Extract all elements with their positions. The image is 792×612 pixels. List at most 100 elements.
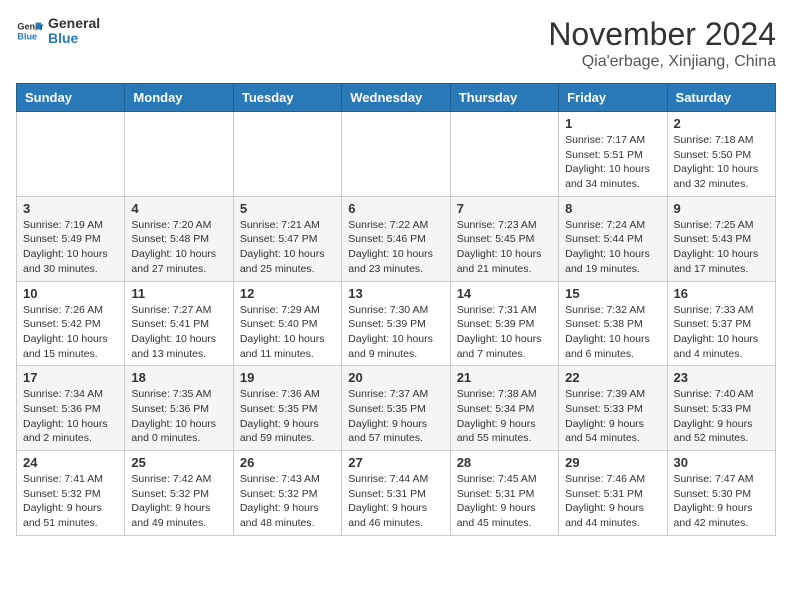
day-cell: 3 Sunrise: 7:19 AM Sunset: 5:49 PM Daylig… xyxy=(17,196,125,281)
header: General Blue General Blue November 2024 … xyxy=(16,16,776,71)
day-cell: 4Sunrise: 7:20 AM Sunset: 5:48 PM Daylig… xyxy=(125,196,233,281)
day-number: 18 xyxy=(131,370,226,385)
day-number: 23 xyxy=(674,370,769,385)
day-info: Sunrise: 7:18 AM Sunset: 5:50 PM Dayligh… xyxy=(674,133,769,192)
day-info: Sunrise: 7:26 AM Sunset: 5:42 PM Dayligh… xyxy=(23,303,118,362)
day-info: Sunrise: 7:33 AM Sunset: 5:37 PM Dayligh… xyxy=(674,303,769,362)
week-row-3: 10 Sunrise: 7:26 AM Sunset: 5:42 PM Dayli… xyxy=(17,281,776,366)
day-number: 25 xyxy=(131,455,226,470)
day-cell: 2 Sunrise: 7:18 AM Sunset: 5:50 PM Daylig… xyxy=(667,112,775,197)
week-row-1: 1Sunrise: 7:17 AM Sunset: 5:51 PM Daylig… xyxy=(17,112,776,197)
day-number: 19 xyxy=(240,370,335,385)
weekday-header-wednesday: Wednesday xyxy=(342,84,450,112)
day-number: 9 xyxy=(674,201,769,216)
day-cell: 8Sunrise: 7:24 AM Sunset: 5:44 PM Daylig… xyxy=(559,196,667,281)
day-number: 29 xyxy=(565,455,660,470)
day-number: 27 xyxy=(348,455,443,470)
day-cell: 22Sunrise: 7:39 AM Sunset: 5:33 PM Dayli… xyxy=(559,366,667,451)
day-number: 3 xyxy=(23,201,118,216)
day-cell: 16 Sunrise: 7:33 AM Sunset: 5:37 PM Dayli… xyxy=(667,281,775,366)
calendar-table: SundayMondayTuesdayWednesdayThursdayFrid… xyxy=(16,83,776,536)
day-number: 14 xyxy=(457,286,552,301)
day-info: Sunrise: 7:40 AM Sunset: 5:33 PM Dayligh… xyxy=(674,387,769,446)
day-info: Sunrise: 7:42 AM Sunset: 5:32 PM Dayligh… xyxy=(131,472,226,531)
day-info: Sunrise: 7:35 AM Sunset: 5:36 PM Dayligh… xyxy=(131,387,226,446)
day-number: 10 xyxy=(23,286,118,301)
day-info: Sunrise: 7:44 AM Sunset: 5:31 PM Dayligh… xyxy=(348,472,443,531)
day-info: Sunrise: 7:23 AM Sunset: 5:45 PM Dayligh… xyxy=(457,218,552,277)
week-row-2: 3 Sunrise: 7:19 AM Sunset: 5:49 PM Daylig… xyxy=(17,196,776,281)
day-cell: 19Sunrise: 7:36 AM Sunset: 5:35 PM Dayli… xyxy=(233,366,341,451)
day-cell: 7 Sunrise: 7:23 AM Sunset: 5:45 PM Daylig… xyxy=(450,196,558,281)
weekday-header-saturday: Saturday xyxy=(667,84,775,112)
logo-general: General xyxy=(48,16,100,31)
day-number: 26 xyxy=(240,455,335,470)
weekday-header-tuesday: Tuesday xyxy=(233,84,341,112)
day-number: 11 xyxy=(131,286,226,301)
day-cell: 25 Sunrise: 7:42 AM Sunset: 5:32 PM Dayli… xyxy=(125,451,233,536)
day-info: Sunrise: 7:46 AM Sunset: 5:31 PM Dayligh… xyxy=(565,472,660,531)
day-number: 5 xyxy=(240,201,335,216)
day-number: 15 xyxy=(565,286,660,301)
day-info: Sunrise: 7:21 AM Sunset: 5:47 PM Dayligh… xyxy=(240,218,335,277)
day-info: Sunrise: 7:29 AM Sunset: 5:40 PM Dayligh… xyxy=(240,303,335,362)
day-cell: 21 Sunrise: 7:38 AM Sunset: 5:34 PM Dayli… xyxy=(450,366,558,451)
logo: General Blue General Blue xyxy=(16,16,100,47)
day-cell: 26Sunrise: 7:43 AM Sunset: 5:32 PM Dayli… xyxy=(233,451,341,536)
day-cell: 23 Sunrise: 7:40 AM Sunset: 5:33 PM Dayli… xyxy=(667,366,775,451)
day-info: Sunrise: 7:39 AM Sunset: 5:33 PM Dayligh… xyxy=(565,387,660,446)
day-info: Sunrise: 7:38 AM Sunset: 5:34 PM Dayligh… xyxy=(457,387,552,446)
day-info: Sunrise: 7:47 AM Sunset: 5:30 PM Dayligh… xyxy=(674,472,769,531)
day-info: Sunrise: 7:31 AM Sunset: 5:39 PM Dayligh… xyxy=(457,303,552,362)
day-cell: 10 Sunrise: 7:26 AM Sunset: 5:42 PM Dayli… xyxy=(17,281,125,366)
day-number: 17 xyxy=(23,370,118,385)
day-info: Sunrise: 7:30 AM Sunset: 5:39 PM Dayligh… xyxy=(348,303,443,362)
day-info: Sunrise: 7:27 AM Sunset: 5:41 PM Dayligh… xyxy=(131,303,226,362)
day-number: 12 xyxy=(240,286,335,301)
day-number: 16 xyxy=(674,286,769,301)
day-number: 21 xyxy=(457,370,552,385)
day-info: Sunrise: 7:45 AM Sunset: 5:31 PM Dayligh… xyxy=(457,472,552,531)
weekday-header-friday: Friday xyxy=(559,84,667,112)
day-cell: 14 Sunrise: 7:31 AM Sunset: 5:39 PM Dayli… xyxy=(450,281,558,366)
day-info: Sunrise: 7:19 AM Sunset: 5:49 PM Dayligh… xyxy=(23,218,118,277)
day-cell xyxy=(233,112,341,197)
day-cell xyxy=(125,112,233,197)
day-cell xyxy=(17,112,125,197)
day-cell: 5 Sunrise: 7:21 AM Sunset: 5:47 PM Daylig… xyxy=(233,196,341,281)
day-cell: 1Sunrise: 7:17 AM Sunset: 5:51 PM Daylig… xyxy=(559,112,667,197)
day-info: Sunrise: 7:41 AM Sunset: 5:32 PM Dayligh… xyxy=(23,472,118,531)
day-number: 28 xyxy=(457,455,552,470)
svg-text:Blue: Blue xyxy=(17,32,37,42)
day-cell: 13Sunrise: 7:30 AM Sunset: 5:39 PM Dayli… xyxy=(342,281,450,366)
day-cell: 9 Sunrise: 7:25 AM Sunset: 5:43 PM Daylig… xyxy=(667,196,775,281)
day-cell xyxy=(450,112,558,197)
day-info: Sunrise: 7:25 AM Sunset: 5:43 PM Dayligh… xyxy=(674,218,769,277)
logo-blue: Blue xyxy=(48,31,100,46)
day-info: Sunrise: 7:32 AM Sunset: 5:38 PM Dayligh… xyxy=(565,303,660,362)
weekday-header-sunday: Sunday xyxy=(17,84,125,112)
day-cell: 28 Sunrise: 7:45 AM Sunset: 5:31 PM Dayli… xyxy=(450,451,558,536)
day-info: Sunrise: 7:34 AM Sunset: 5:36 PM Dayligh… xyxy=(23,387,118,446)
day-cell: 30 Sunrise: 7:47 AM Sunset: 5:30 PM Dayli… xyxy=(667,451,775,536)
day-number: 20 xyxy=(348,370,443,385)
week-row-5: 24 Sunrise: 7:41 AM Sunset: 5:32 PM Dayli… xyxy=(17,451,776,536)
day-cell: 20Sunrise: 7:37 AM Sunset: 5:35 PM Dayli… xyxy=(342,366,450,451)
day-cell: 6Sunrise: 7:22 AM Sunset: 5:46 PM Daylig… xyxy=(342,196,450,281)
weekday-header-thursday: Thursday xyxy=(450,84,558,112)
day-cell: 18 Sunrise: 7:35 AM Sunset: 5:36 PM Dayli… xyxy=(125,366,233,451)
day-info: Sunrise: 7:20 AM Sunset: 5:48 PM Dayligh… xyxy=(131,218,226,277)
day-number: 2 xyxy=(674,116,769,131)
day-cell: 11 Sunrise: 7:27 AM Sunset: 5:41 PM Dayli… xyxy=(125,281,233,366)
logo-icon: General Blue xyxy=(16,17,44,45)
day-number: 24 xyxy=(23,455,118,470)
day-number: 30 xyxy=(674,455,769,470)
day-number: 7 xyxy=(457,201,552,216)
day-info: Sunrise: 7:17 AM Sunset: 5:51 PM Dayligh… xyxy=(565,133,660,192)
day-cell: 29 Sunrise: 7:46 AM Sunset: 5:31 PM Dayli… xyxy=(559,451,667,536)
day-cell: 12 Sunrise: 7:29 AM Sunset: 5:40 PM Dayli… xyxy=(233,281,341,366)
day-cell: 27 Sunrise: 7:44 AM Sunset: 5:31 PM Dayli… xyxy=(342,451,450,536)
day-info: Sunrise: 7:22 AM Sunset: 5:46 PM Dayligh… xyxy=(348,218,443,277)
day-cell: 15 Sunrise: 7:32 AM Sunset: 5:38 PM Dayli… xyxy=(559,281,667,366)
day-info: Sunrise: 7:24 AM Sunset: 5:44 PM Dayligh… xyxy=(565,218,660,277)
